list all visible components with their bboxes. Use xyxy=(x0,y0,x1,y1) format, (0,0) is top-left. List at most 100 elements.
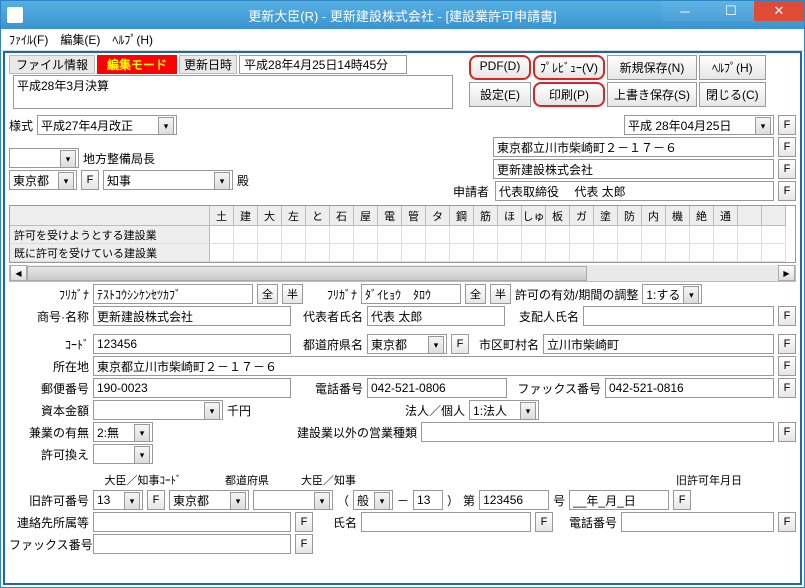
contact-input[interactable] xyxy=(93,512,291,532)
permit-year[interactable]: 13 xyxy=(413,490,443,510)
grid-cell[interactable] xyxy=(210,226,234,244)
grid-cell[interactable] xyxy=(498,244,522,262)
grid-cell[interactable] xyxy=(426,226,450,244)
addr-f3[interactable]: F xyxy=(778,181,796,201)
han-button1[interactable]: 半 xyxy=(282,284,303,304)
furigana-input[interactable]: ﾃｽﾄｺｳｼﾝｹﾝｾﾂｶﾌﾞ xyxy=(93,284,253,304)
opd-f[interactable]: F xyxy=(673,490,691,510)
name2-input[interactable] xyxy=(361,512,531,532)
scroll-thumb[interactable] xyxy=(27,266,587,281)
grid-cell[interactable] xyxy=(354,226,378,244)
tel2-input[interactable] xyxy=(621,512,774,532)
grid-cell[interactable] xyxy=(738,244,762,262)
grid-cell[interactable] xyxy=(594,226,618,244)
tel-input[interactable]: 042-521-0806 xyxy=(367,378,507,398)
grid-cell[interactable] xyxy=(546,226,570,244)
fax-input[interactable]: 042-521-0816 xyxy=(605,378,774,398)
city-input[interactable]: 立川市柴崎町 xyxy=(543,334,774,354)
old-permit-pref[interactable]: 東京都 xyxy=(169,490,249,510)
valid-combo[interactable]: 1:する xyxy=(642,284,702,304)
addr-line1[interactable]: 東京都立川市柴崎町２－１７－６ xyxy=(493,137,774,157)
contact-f[interactable]: F xyxy=(295,512,313,532)
close-window-button[interactable]: 閉じる(C) xyxy=(699,82,766,107)
pref-combo[interactable]: 東京都 xyxy=(9,170,77,190)
grid-cell[interactable] xyxy=(762,244,786,262)
rep-furigana[interactable]: ﾀﾞｲﾋｮｳ ﾀﾛｳ xyxy=(361,284,461,304)
grid-cell[interactable] xyxy=(546,244,570,262)
preview-button[interactable]: ﾌﾟﾚﾋﾞｭｰ(V) xyxy=(533,55,605,80)
grid-cell[interactable] xyxy=(522,226,546,244)
grid-cell[interactable] xyxy=(594,244,618,262)
otherbiz-f[interactable]: F xyxy=(778,422,796,442)
grid-cell[interactable] xyxy=(474,226,498,244)
grid-cell[interactable] xyxy=(282,226,306,244)
old-permit-date[interactable]: __年_月_日 xyxy=(569,490,669,510)
grid-cell[interactable] xyxy=(618,244,642,262)
maximize-button[interactable]: ☐ xyxy=(708,1,754,21)
minimize-button[interactable]: ─ xyxy=(662,1,708,21)
rep-name-input[interactable]: 代表 太郎 xyxy=(367,306,505,326)
manager-input[interactable] xyxy=(583,306,774,326)
grid-cell[interactable] xyxy=(378,244,402,262)
close-button[interactable]: ✕ xyxy=(754,1,804,21)
general-combo[interactable]: 般 xyxy=(353,490,393,510)
grid-cell[interactable] xyxy=(210,244,234,262)
grid-cell[interactable] xyxy=(690,244,714,262)
grid-cell[interactable] xyxy=(714,244,738,262)
grid-cell[interactable] xyxy=(642,244,666,262)
addr-f2[interactable]: F xyxy=(778,159,796,179)
grid-cell[interactable] xyxy=(618,226,642,244)
name2-f[interactable]: F xyxy=(535,512,553,532)
grid-cell[interactable] xyxy=(258,226,282,244)
city-f[interactable]: F xyxy=(778,334,796,354)
file-info-text[interactable]: 平成28年3月決算 xyxy=(13,75,453,109)
grid-cell[interactable] xyxy=(714,226,738,244)
corp-combo[interactable]: 1:法人 xyxy=(469,400,539,420)
grid-cell[interactable] xyxy=(498,226,522,244)
grid-cell[interactable] xyxy=(642,226,666,244)
grid-cell[interactable] xyxy=(450,244,474,262)
grid-cell[interactable] xyxy=(570,244,594,262)
scroll-left-icon[interactable]: ◀ xyxy=(10,265,27,281)
grid-cell[interactable] xyxy=(570,226,594,244)
grid-cell[interactable] xyxy=(522,244,546,262)
titlebar[interactable]: 更新大臣(R) - 更新建設株式会社 - [建設業許可申請書] ─ ☐ ✕ xyxy=(1,1,804,29)
permit-num[interactable]: 123456 xyxy=(479,490,549,510)
fax2-f[interactable]: F xyxy=(295,534,313,554)
grid-cell[interactable] xyxy=(690,226,714,244)
grid-cell[interactable] xyxy=(762,226,786,244)
pref2-f[interactable]: F xyxy=(451,334,469,354)
capital-input[interactable] xyxy=(93,400,223,420)
tel2-f[interactable]: F xyxy=(778,512,796,532)
grid-cell[interactable] xyxy=(426,244,450,262)
grid-cell[interactable] xyxy=(738,226,762,244)
addr2-f[interactable]: F xyxy=(778,356,796,376)
grid-cell[interactable] xyxy=(306,244,330,262)
grid-cell[interactable] xyxy=(402,244,426,262)
pref2-combo[interactable]: 東京都 xyxy=(367,334,447,354)
date-combo[interactable]: 平成 28年04月25日 xyxy=(624,115,774,135)
governor-combo[interactable]: 知事 xyxy=(103,170,233,190)
grid-cell[interactable] xyxy=(306,226,330,244)
grid-cell[interactable] xyxy=(666,226,690,244)
minister-combo[interactable] xyxy=(253,490,333,510)
addr-company[interactable]: 更新建設株式会社 xyxy=(493,159,774,179)
addr2-input[interactable]: 東京都立川市柴崎町２－１７－６ xyxy=(93,356,774,376)
overwrite-button[interactable]: 上書き保存(S) xyxy=(607,82,697,107)
manager-f[interactable]: F xyxy=(778,306,796,326)
pdf-button[interactable]: PDF(D) xyxy=(469,55,531,80)
grid-hscroll[interactable]: ◀ ▶ xyxy=(9,265,796,282)
print-button[interactable]: 印刷(P) xyxy=(533,82,605,107)
menu-edit[interactable]: 編集(E) xyxy=(60,31,100,48)
date-f-button[interactable]: F xyxy=(778,115,796,135)
new-save-button[interactable]: 新規保存(N) xyxy=(607,55,697,80)
help-button[interactable]: ﾍﾙﾌﾟ(H) xyxy=(699,55,766,80)
fax2-input[interactable] xyxy=(93,534,291,554)
menu-help[interactable]: ﾍﾙﾌﾟ(H) xyxy=(112,31,153,48)
grid-cell[interactable] xyxy=(474,244,498,262)
zen-button2[interactable]: 全 xyxy=(465,284,486,304)
grid-cell[interactable] xyxy=(234,226,258,244)
old-permit-code[interactable]: 13 xyxy=(93,490,143,510)
menu-file[interactable]: ﾌｧｲﾙ(F) xyxy=(9,31,48,48)
grid-cell[interactable] xyxy=(234,244,258,262)
